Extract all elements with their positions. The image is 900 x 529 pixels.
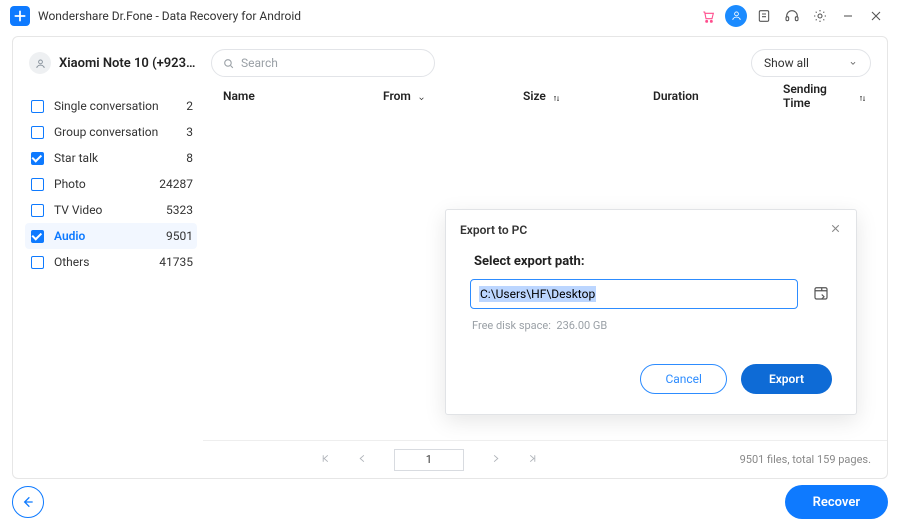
back-button[interactable] xyxy=(12,486,44,518)
sidebar-item-count: 8 xyxy=(186,151,193,165)
user-icon[interactable] xyxy=(725,5,747,27)
sidebar-item-label: Star talk xyxy=(54,151,186,165)
pager-info: 9501 files, total 159 pages. xyxy=(740,453,871,466)
footer: Recover xyxy=(12,483,888,521)
sort-icon xyxy=(552,92,561,101)
filter-label: Show all xyxy=(764,56,809,70)
checkbox[interactable] xyxy=(31,230,44,243)
export-path-input[interactable]: C:\Users\HF\Desktop xyxy=(470,279,798,309)
checkbox[interactable] xyxy=(31,178,44,191)
export-path-value: C:\Users\HF\Desktop xyxy=(479,286,596,302)
sidebar-item-label: Group conversation xyxy=(54,125,186,139)
search-placeholder: Search xyxy=(241,56,278,70)
dialog-close-button[interactable] xyxy=(829,222,842,238)
checkbox[interactable] xyxy=(31,256,44,269)
settings-icon[interactable] xyxy=(806,2,834,30)
browse-folder-button[interactable] xyxy=(812,284,832,304)
main-panel: Xiaomi Note 10 (+92315… Search Show all … xyxy=(12,36,888,479)
filter-dropdown[interactable]: Show all xyxy=(751,49,871,77)
page-prev-button[interactable] xyxy=(357,453,368,467)
sidebar-item[interactable]: Others41735 xyxy=(31,249,193,275)
sidebar-item-label: Single conversation xyxy=(54,99,186,113)
whatsnew-icon[interactable] xyxy=(750,2,778,30)
sidebar-item[interactable]: Audio9501 xyxy=(25,223,197,249)
column-headers: Name From Size Duration Sending Time xyxy=(203,81,887,111)
window-title: Wondershare Dr.Fone - Data Recovery for … xyxy=(38,9,301,23)
sidebar-item-label: TV Video xyxy=(54,203,166,217)
pager: 9501 files, total 159 pages. xyxy=(203,440,887,478)
device-selector[interactable]: Xiaomi Note 10 (+92315… xyxy=(29,52,199,74)
chevron-down-icon xyxy=(417,92,426,101)
app-logo xyxy=(10,6,30,26)
sidebar-item[interactable]: Group conversation3 xyxy=(31,119,193,145)
sidebar-item[interactable]: Photo24287 xyxy=(31,171,193,197)
sidebar-item[interactable]: TV Video5323 xyxy=(31,197,193,223)
sidebar-item-count: 3 xyxy=(186,125,193,139)
support-icon[interactable] xyxy=(778,2,806,30)
checkbox[interactable] xyxy=(31,152,44,165)
sidebar-item-count: 2 xyxy=(186,99,193,113)
sidebar-item[interactable]: Single conversation2 xyxy=(31,93,193,119)
content-area: Name From Size Duration Sending Time xyxy=(203,81,887,478)
titlebar: Wondershare Dr.Fone - Data Recovery for … xyxy=(0,0,900,32)
export-button[interactable]: Export xyxy=(741,364,832,394)
recover-button[interactable]: Recover xyxy=(785,485,888,519)
column-sendtime[interactable]: Sending Time xyxy=(783,82,867,110)
checkbox[interactable] xyxy=(31,100,44,113)
dialog-title: Export to PC xyxy=(460,223,527,237)
sidebar-item-count: 24287 xyxy=(159,177,193,191)
search-icon xyxy=(222,57,235,70)
search-input[interactable]: Search xyxy=(211,49,435,77)
free-space-label: Free disk space: 236.00 GB xyxy=(472,319,832,332)
cancel-button[interactable]: Cancel xyxy=(640,364,727,394)
chevron-down-icon xyxy=(848,58,858,68)
sidebar-item-label: Others xyxy=(54,255,159,269)
sidebar-item[interactable]: Star talk8 xyxy=(31,145,193,171)
close-button[interactable] xyxy=(862,2,890,30)
checkbox[interactable] xyxy=(31,204,44,217)
column-from[interactable]: From xyxy=(383,89,523,103)
device-name: Xiaomi Note 10 (+92315… xyxy=(59,56,199,71)
page-first-button[interactable] xyxy=(320,453,331,467)
column-name[interactable]: Name xyxy=(223,89,383,103)
column-size[interactable]: Size xyxy=(523,89,653,103)
sidebar-item-count: 41735 xyxy=(159,255,193,269)
sidebar-item-count: 5323 xyxy=(166,203,193,217)
sidebar-item-label: Photo xyxy=(54,177,159,191)
page-input[interactable] xyxy=(394,449,464,471)
sidebar-item-count: 9501 xyxy=(166,229,193,243)
minimize-button[interactable] xyxy=(834,2,862,30)
sidebar-item-label: Audio xyxy=(54,229,166,243)
sort-icon xyxy=(858,92,867,101)
column-duration[interactable]: Duration xyxy=(653,89,783,103)
page-next-button[interactable] xyxy=(490,453,501,467)
checkbox[interactable] xyxy=(31,126,44,139)
page-last-button[interactable] xyxy=(527,453,538,467)
toolbar: Xiaomi Note 10 (+92315… Search Show all xyxy=(13,37,887,81)
sidebar: Single conversation2Group conversation3S… xyxy=(13,81,203,478)
avatar-icon xyxy=(29,52,51,74)
export-dialog: Export to PC Select export path: C:\User… xyxy=(445,209,857,415)
export-path-label: Select export path: xyxy=(474,254,832,269)
cart-icon[interactable] xyxy=(694,2,722,30)
